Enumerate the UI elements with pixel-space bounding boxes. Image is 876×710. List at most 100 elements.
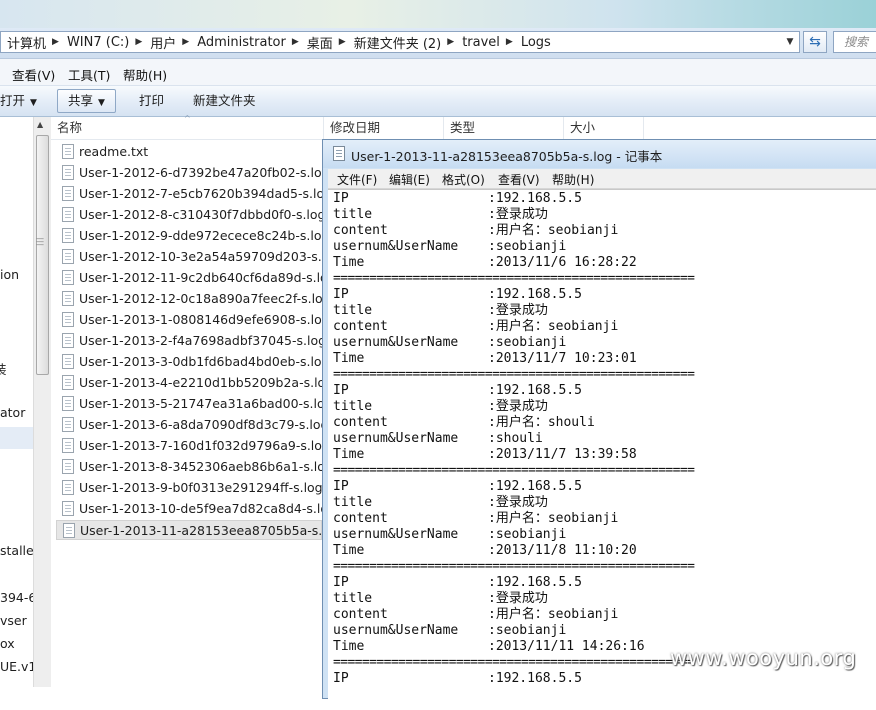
file-row[interactable]: User-1-2013-5-21747ea31a6bad00-s.log	[56, 394, 333, 414]
column-size[interactable]: 大小	[564, 117, 644, 139]
nav-item[interactable]: ox	[0, 636, 15, 651]
file-row[interactable]: User-1-2012-10-3e2a54a59709d203-s.log	[56, 247, 341, 267]
file-row[interactable]: User-1-2013-11-a28153eea8705b5a-s.log	[56, 520, 341, 540]
refresh-icon[interactable]: ⇆	[803, 31, 827, 53]
column-type[interactable]: 类型	[444, 117, 564, 139]
log-field-label: IP	[333, 287, 349, 302]
breadcrumb-item[interactable]: WIN7 (C:) ▶	[61, 35, 144, 50]
file-row[interactable]: User-1-2013-1-0808146d9efe6908-s.log	[56, 310, 330, 330]
log-separator: ========================================…	[333, 559, 695, 574]
menu-help[interactable]: 帮助(H)	[123, 65, 167, 84]
file-row[interactable]: User-1-2013-2-f4a7698adbf37045-s.log	[56, 331, 326, 351]
breadcrumb-item[interactable]: travel ▶	[456, 35, 515, 50]
breadcrumb-item[interactable]: 新建文件夹 (2) ▶	[348, 33, 456, 52]
menu-tools[interactable]: 工具(T)	[68, 65, 110, 84]
log-line-usernum: usernum&UserName:shouli	[333, 431, 543, 447]
log-field-value: :用户名：shouli	[488, 415, 595, 430]
log-line-usernum: usernum&UserName:seobianji	[333, 335, 566, 351]
nav-selected-highlight	[0, 427, 33, 449]
breadcrumb-item[interactable]: 计算机 ▶	[1, 33, 61, 52]
scroll-up-icon[interactable]: ▲	[37, 120, 43, 129]
menu-view[interactable]: 查看(V)	[12, 65, 55, 84]
address-bar[interactable]: 计算机 ▶ WIN7 (C:) ▶ 用户 ▶ Administrator ▶ 桌面 ▶ 新建文件夹 …	[0, 31, 800, 53]
log-line-usernum: usernum&UserName:seobianji	[333, 623, 566, 639]
file-row[interactable]: User-1-2013-7-160d1f032d9796a9-s.log	[56, 436, 330, 456]
log-field-label: usernum&UserName	[333, 431, 459, 446]
share-button[interactable]: 共享 ▼	[57, 89, 116, 113]
breadcrumb-chevron-icon[interactable]: ▶	[50, 37, 61, 47]
file-row[interactable]: User-1-2012-12-0c18a890a7feec2f-s.log	[56, 289, 331, 309]
file-row[interactable]: User-1-2013-10-de5f9ea7d82ca8d4-s.log	[56, 499, 336, 519]
file-row[interactable]: User-1-2013-6-a8da7090df8d3c79-s.log	[56, 415, 328, 435]
file-row[interactable]: User-1-2012-7-e5cb7620b394dad5-s.log	[56, 184, 332, 204]
text-file-icon	[62, 207, 74, 222]
nav-item[interactable]: 装	[0, 359, 7, 378]
file-row[interactable]: User-1-2013-9-b0f0313e291294ff-s.log	[56, 478, 323, 498]
menu-bar: 查看(V) 工具(T) 帮助(H)	[0, 59, 876, 86]
log-line-time: Time:2013/11/7 13:39:58	[333, 447, 637, 463]
notepad-window[interactable]: User-1-2013-11-a28153eea8705b5a-s.log - …	[322, 139, 876, 710]
breadcrumb-label: travel	[462, 34, 500, 50]
breadcrumb-item[interactable]: Administrator ▶	[191, 35, 301, 50]
column-date[interactable]: 修改日期	[324, 117, 444, 139]
nav-item[interactable]: vser	[0, 613, 27, 628]
scrollbar-thumb[interactable]	[36, 135, 49, 375]
nav-item[interactable]: ion	[0, 267, 19, 282]
breadcrumb-item[interactable]: Logs	[515, 35, 555, 50]
grip-icon: — — —	[36, 234, 44, 249]
breadcrumb-chevron-icon[interactable]: ▶	[290, 37, 301, 47]
print-button[interactable]: 打印	[139, 86, 164, 116]
log-field-label: usernum&UserName	[333, 527, 459, 542]
log-field-label: title	[333, 303, 373, 318]
breadcrumb-chevron-icon[interactable]: ▶	[445, 37, 456, 47]
open-button[interactable]: 打开 ▼	[0, 86, 37, 116]
notepad-menu-help[interactable]: 帮助(H)	[552, 171, 594, 188]
file-row[interactable]: readme.txt	[56, 142, 322, 162]
column-name[interactable]: 名称	[51, 117, 324, 139]
breadcrumb-chevron-icon[interactable]: ▶	[180, 37, 191, 47]
log-field-value: :192.168.5.5	[488, 287, 582, 302]
file-row[interactable]: User-1-2012-8-c310430f7dbbd0f0-s.log	[56, 205, 326, 225]
new-folder-button[interactable]: 新建文件夹	[193, 86, 256, 116]
text-file-icon	[62, 480, 74, 495]
text-file-icon	[62, 354, 74, 369]
file-row[interactable]: User-1-2012-6-d7392be47a20fb02-s.log	[56, 163, 330, 183]
log-field-value: :seobianji	[488, 623, 567, 638]
file-row[interactable]: User-1-2012-9-dde972ecece8c24b-s.log	[56, 226, 329, 246]
log-field-value: :2013/11/6 16:28:22	[488, 255, 637, 270]
log-line-usernum: usernum&UserName:seobianji	[333, 527, 566, 543]
log-line-ip: IP:192.168.5.5	[333, 383, 582, 399]
notepad-titlebar[interactable]: User-1-2013-11-a28153eea8705b5a-s.log - …	[323, 140, 876, 168]
notepad-menu-view[interactable]: 查看(V)	[498, 171, 540, 188]
address-dropdown-icon[interactable]: ▼	[783, 34, 797, 50]
notepad-menu-format[interactable]: 格式(O)	[442, 171, 485, 188]
file-row[interactable]: User-1-2013-3-0db1fd6bad4bd0eb-s.log	[56, 352, 330, 372]
file-name: User-1-2013-9-b0f0313e291294ff-s.log	[79, 480, 323, 495]
log-line-title: title:登录成功	[333, 495, 548, 511]
log-field-label: Time	[333, 639, 365, 654]
file-row[interactable]: User-1-2013-4-e2210d1bb5209b2a-s.log	[56, 373, 333, 393]
text-file-icon	[62, 144, 74, 159]
log-separator: ========================================…	[333, 655, 695, 670]
breadcrumb-chevron-icon[interactable]: ▶	[504, 37, 515, 47]
breadcrumb-chevron-icon[interactable]: ▶	[133, 37, 144, 47]
log-field-value: :2013/11/11 14:26:16	[488, 639, 645, 654]
breadcrumb-item[interactable]: 桌面 ▶	[301, 33, 348, 52]
log-line-content: content:用户名：seobianji	[333, 319, 618, 335]
notepad-text-area[interactable]: IP:192.168.5.5 title:登录成功 content:用户名：seob…	[328, 189, 876, 710]
notepad-menu-edit[interactable]: 编辑(E)	[389, 171, 430, 188]
file-row[interactable]: User-1-2012-11-9c2db640cf6da89d-s.log	[56, 268, 336, 288]
notepad-title: User-1-2013-11-a28153eea8705b5a-s.log - …	[351, 149, 663, 164]
file-row[interactable]: User-1-2013-8-3452306aeb86b6a1-s.log	[56, 457, 333, 477]
nav-item[interactable]: ator	[0, 405, 25, 420]
search-input[interactable]: 搜索	[833, 31, 876, 53]
nav-item[interactable]: 394-6	[0, 590, 33, 605]
nav-item[interactable]: staller	[0, 543, 33, 558]
nav-scrollbar[interactable]: ▲ — — —	[33, 117, 51, 687]
breadcrumb-item[interactable]: 用户 ▶	[144, 33, 191, 52]
nav-item[interactable]: UE.v1.5	[0, 659, 33, 674]
file-name: User-1-2012-10-3e2a54a59709d203-s.log	[79, 249, 341, 264]
notepad-menu-file[interactable]: 文件(F)	[337, 171, 377, 188]
breadcrumb-chevron-icon[interactable]: ▶	[337, 37, 348, 47]
text-file-icon	[62, 375, 74, 390]
